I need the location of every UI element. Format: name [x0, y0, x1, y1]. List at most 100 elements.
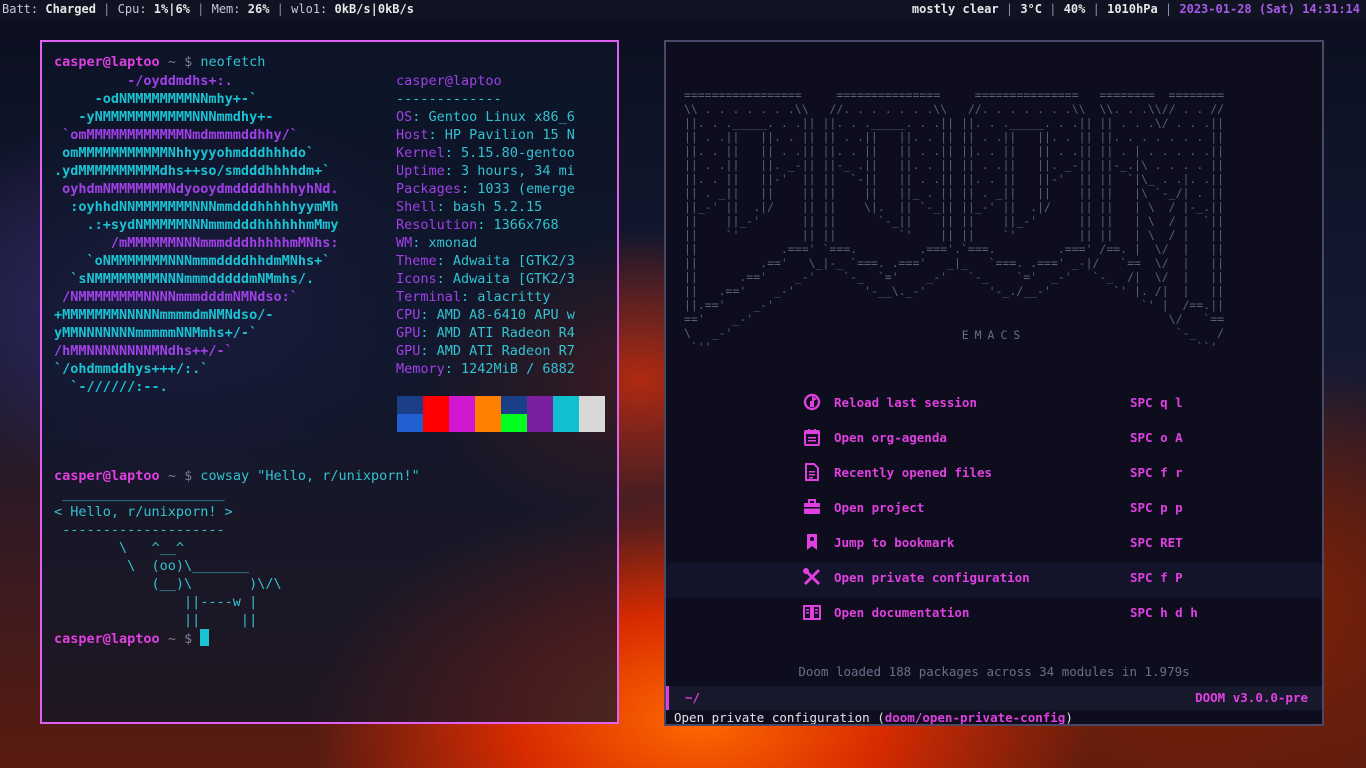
splash-line: ||_-' || .|/ || || \|. || `-_|| ||_-' ||… — [684, 200, 1225, 214]
dashboard-item[interactable]: Jump to bookmark SPC RET — [666, 528, 1322, 563]
info-row: Resolution: 1366x768 — [396, 217, 559, 233]
cowsay-line: || || — [184, 612, 258, 628]
cowsay-line: \ ^__^ — [119, 540, 185, 556]
modeline: ~/ DOOM v3.0.0-pre — [666, 686, 1322, 710]
color-swatches — [397, 396, 605, 432]
gentoo-logo: -/oyddmdhs+:. -odNMMMMMMMMNNmhy+-` -yNMM… — [54, 72, 338, 396]
dashboard-item-keybinding: SPC p p — [1130, 500, 1183, 515]
echo-close: ) — [1065, 710, 1073, 725]
battery-value: Charged — [45, 2, 96, 16]
logo-line: `/ohdmmddhys+++/:.` — [54, 361, 209, 377]
terminal-cursor[interactable] — [200, 629, 210, 646]
dashboard-item-label: Reload last session — [834, 395, 977, 410]
color-swatch — [579, 396, 605, 414]
splash-line: ================= =============== ======… — [684, 88, 1225, 102]
info-key: Host — [396, 127, 429, 143]
dashboard-item[interactable]: Open project SPC p p — [666, 493, 1322, 528]
dashboard-item[interactable]: Reload last session SPC q l — [666, 388, 1322, 423]
dashboard-item[interactable]: Open private configuration SPC f P — [666, 563, 1322, 598]
info-row: Memory: 1242MiB / 6882 — [396, 361, 575, 377]
calendar-icon — [802, 427, 822, 447]
info-row: Shell: bash 5.2.15 — [396, 199, 543, 215]
info-value: AMD ATI Radeon R7 — [436, 343, 575, 359]
color-swatch — [501, 414, 527, 432]
prompt-line-3[interactable]: casper@laptoo ~ $ — [54, 629, 210, 648]
color-swatch — [553, 414, 579, 432]
logo-line: `-//////:--. — [70, 379, 168, 395]
color-swatch — [579, 414, 605, 432]
color-swatch — [527, 414, 553, 432]
dashboard-item-keybinding: SPC o A — [1130, 430, 1183, 445]
dashboard-item-keybinding: SPC RET — [1130, 535, 1183, 550]
info-key: Memory — [396, 361, 445, 377]
info-value: AMD ATI Radeon R4 — [436, 325, 575, 341]
info-row: Theme: Adwaita [GTK2/3 — [396, 253, 575, 269]
status-right: mostly clear | 3°C | 40% | 1010hPa | 202… — [911, 2, 1360, 16]
logo-line: :oyhhdNNMMMMMMMNNNmmdddhhhhhyymMh — [70, 199, 339, 215]
book-icon — [802, 602, 822, 622]
color-swatch — [501, 396, 527, 414]
terminal-window[interactable]: casper@laptoo ~ $ neofetch -/oyddmdhs+:.… — [40, 40, 619, 724]
info-value: alacritty — [477, 289, 551, 305]
info-key: Terminal — [396, 289, 462, 305]
dashboard-item-keybinding: SPC f r — [1130, 465, 1183, 480]
prompt-user: casper@laptoo — [54, 631, 160, 647]
briefcase-icon — [802, 497, 822, 517]
logo-line: -/oyddmdhs+:. — [127, 73, 233, 89]
emacs-window[interactable]: ================= =============== ======… — [664, 40, 1324, 726]
logo-line: /mMMMMMMNNNmmmdddhhhhhmMNhs: — [110, 235, 339, 251]
info-row: OS: Gentoo Linux x86_6 — [396, 109, 575, 125]
dashboard-item-label: Jump to bookmark — [834, 535, 955, 550]
logo-line: /NMMMMMMMMNNNNmmmdddmNMNdso:` — [62, 289, 298, 305]
splash-line: || .==' _-' `-_ `=' _-' `-_ `=' _-' `-_ … — [684, 270, 1225, 284]
splash-line: || `' || || `' || || `' || || | \ / | || — [684, 228, 1225, 242]
info-value: Adwaita [GTK2/3 — [452, 271, 575, 287]
modeline-directory: ~/ — [685, 690, 701, 705]
splash-line: `'' ``' — [690, 340, 1218, 354]
info-row: Host: HP Pavilion 15 N — [396, 127, 575, 143]
splash-line: ||. . || ||-' || || `-|| || . .|| ||. . … — [684, 172, 1225, 186]
splash-line: || . .|| ||. _-|| ||-_ .|| ||. . || || .… — [684, 158, 1225, 172]
dashboard-item[interactable]: Open documentation SPC h d h — [666, 598, 1322, 633]
file-icon — [802, 462, 822, 482]
color-swatch — [475, 396, 501, 414]
command-neofetch: neofetch — [200, 54, 266, 70]
logo-line: +MMMMMMMNNNNNmmmmdmNMNdso/- — [54, 307, 274, 323]
info-key: Icons — [396, 271, 437, 287]
info-row: GPU: AMD ATI Radeon R7 — [396, 343, 575, 359]
dashboard-item[interactable]: Recently opened files SPC f r — [666, 458, 1322, 493]
logo-line: oyhdmNMMMMMMMNdyooydmddddhhhhyhNd. — [62, 181, 339, 197]
cowsay-line: (__)\ )\/\ — [151, 576, 282, 592]
reload-icon — [802, 392, 822, 412]
prompt-user: casper@laptoo — [54, 468, 160, 484]
info-value: 1242MiB / 6882 — [461, 361, 575, 377]
dashboard-item[interactable]: Open org-agenda SPC o A — [666, 423, 1322, 458]
info-row: Terminal: alacritty — [396, 289, 551, 305]
info-value: Adwaita [GTK2/3 — [452, 253, 575, 269]
splash-line: || .==' _-' '-__\._-' '-_./__-' `' |. /|… — [684, 284, 1225, 298]
splash-line: || ||_-' || || `-_|| || || ||_-' || || |… — [684, 214, 1225, 228]
echo-function: doom/open-private-config — [884, 710, 1066, 725]
splash-line: ||. . || || . .|| ||. . || || . .|| ||. … — [684, 144, 1225, 158]
color-swatch — [527, 396, 553, 414]
emacs-label: EMACS — [961, 328, 1027, 342]
info-value: xmonad — [428, 235, 478, 251]
info-row: Uptime: 3 hours, 34 mi — [396, 163, 575, 179]
echo-area: Open private configuration (doom/open-pr… — [674, 710, 1073, 725]
prompt-line-2: casper@laptoo ~ $ cowsay "Hello, r/unixp… — [54, 467, 420, 485]
mem-label: Mem: — [211, 2, 241, 16]
cpu-label: Cpu: — [117, 2, 147, 16]
logo-line: /hMMNNNNNNNNMNdhs++/-` — [54, 343, 233, 359]
neofetch-info: casper@laptoo ------------- OS: Gentoo L… — [396, 72, 575, 378]
splash-line: || . _|| || || || || ||_ . || || . _|| |… — [684, 186, 1225, 200]
prompt-tilde: ~ $ — [167, 631, 193, 647]
dashboard-item-label: Recently opened files — [834, 465, 993, 480]
info-row: WM: xmonad — [396, 235, 478, 251]
logo-line: omMMMMMMMMMMMNhhyyyohmdddhhhdo` — [62, 145, 315, 161]
doom-splash-ascii: ================= =============== ======… — [684, 88, 1224, 354]
info-key: Resolution — [396, 217, 478, 233]
info-value: AMD A8-6410 APU w — [436, 307, 575, 323]
color-swatch — [449, 396, 475, 414]
info-value: 1366x768 — [493, 217, 559, 233]
info-value: Gentoo Linux x86_6 — [428, 109, 575, 125]
